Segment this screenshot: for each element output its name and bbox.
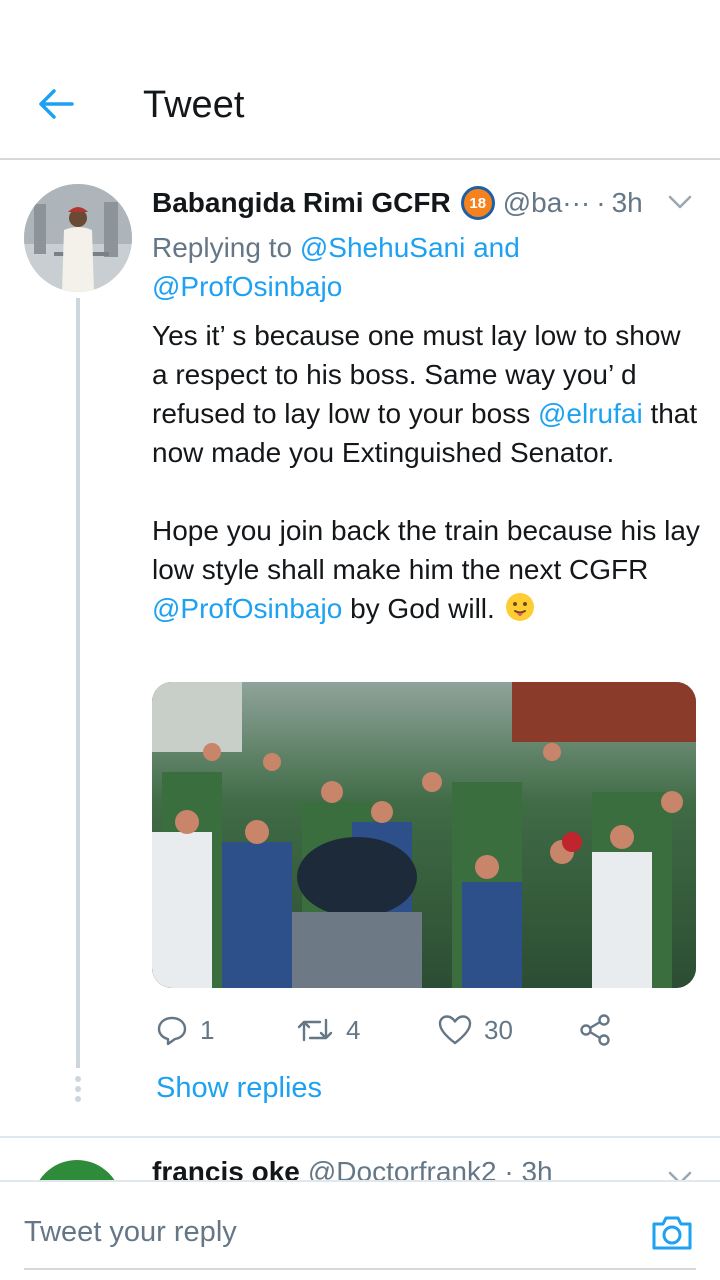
share-button[interactable]	[578, 1008, 624, 1052]
text-segment: Hope you join back the train because his…	[152, 515, 700, 585]
tweet-image[interactable]	[152, 682, 696, 988]
tweet-actions: 1 4 30	[152, 1008, 672, 1052]
tweet-menu-button[interactable]	[666, 190, 694, 214]
tweet-header: francis oke @Doctorfrank2 · 3h	[152, 1156, 553, 1180]
like-count: 30	[484, 1014, 513, 1045]
mention-link[interactable]: @ShehuSani	[300, 232, 465, 263]
back-button[interactable]	[34, 82, 78, 126]
avatar[interactable]	[24, 184, 132, 292]
reply-count: 1	[200, 1014, 215, 1045]
avatar[interactable]	[32, 1160, 122, 1180]
tweet-paragraph: Hope you join back the train because his…	[152, 511, 700, 628]
retweet-count: 4	[346, 1014, 361, 1045]
replying-to: Replying to @ShehuSani and @ProfOsinbajo	[152, 228, 692, 306]
chevron-down-icon	[668, 195, 692, 209]
photo-icon	[152, 682, 696, 988]
reply-input[interactable]	[24, 1210, 624, 1254]
reply-underline	[24, 1268, 696, 1270]
mention-link[interactable]: @ProfOsinbajo	[152, 271, 342, 302]
age-badge: 18	[460, 186, 495, 220]
mention-link[interactable]: @ProfOsinbajo	[152, 593, 342, 624]
replying-prefix: Replying to	[152, 232, 300, 263]
mention-link[interactable]: @elrufai	[538, 398, 643, 429]
camera-button[interactable]	[650, 1212, 694, 1252]
share-icon	[580, 1014, 610, 1046]
thread-dots	[74, 1076, 82, 1106]
top-bar: Tweet	[0, 0, 720, 160]
next-tweet[interactable]: francis oke @Doctorfrank2 · 3h	[0, 1138, 720, 1180]
retweet-icon	[297, 1018, 333, 1042]
arrow-left-icon	[39, 89, 74, 119]
tweet-header: Babangida Rimi GCFR 18 @ba··· · 3h	[152, 182, 692, 224]
tweet-menu-button[interactable]	[666, 1166, 694, 1180]
reply-button[interactable]: 1	[156, 1008, 214, 1052]
page-title: Tweet	[143, 84, 245, 126]
chevron-down-icon	[668, 1171, 692, 1180]
heart-icon	[438, 1015, 472, 1045]
separator: ·	[596, 187, 606, 218]
author-handle[interactable]: @Doctorfrank2 · 3h	[308, 1156, 553, 1180]
camera-icon	[652, 1216, 692, 1250]
tweet-text: Yes it’ s because one must lay low to sh…	[152, 316, 700, 667]
replying-and: and	[465, 232, 520, 263]
show-replies-link[interactable]: Show replies	[156, 1072, 322, 1105]
tweet-paragraph: Yes it’ s because one must lay low to sh…	[152, 316, 700, 472]
reply-icon	[157, 1016, 187, 1046]
text-segment: by God will.	[342, 593, 503, 624]
reply-bar	[0, 1180, 720, 1280]
author-name[interactable]: francis oke	[152, 1156, 300, 1180]
author-name[interactable]: Babangida Rimi GCFR	[152, 187, 451, 219]
retweet-button[interactable]: 4	[296, 1008, 360, 1052]
timestamp: 3h	[611, 187, 643, 218]
smiley-emoji-icon	[503, 592, 537, 622]
author-handle[interactable]: @ba···	[503, 187, 591, 219]
thread-line	[76, 298, 80, 1068]
like-button[interactable]: 30	[438, 1008, 513, 1052]
